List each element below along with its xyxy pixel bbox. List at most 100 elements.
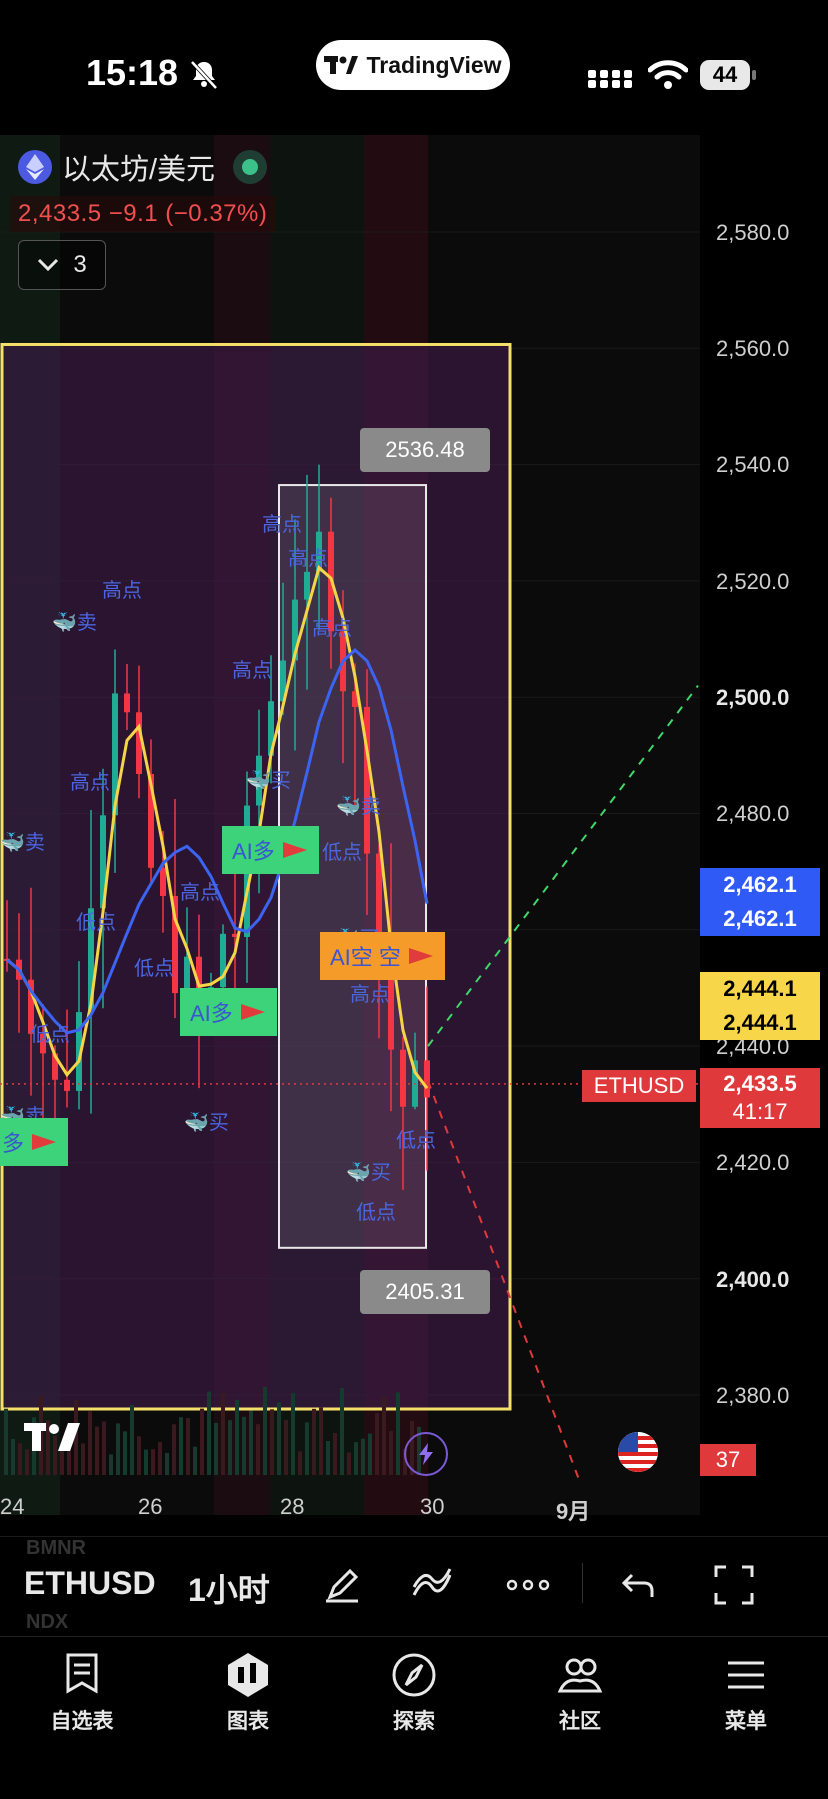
community-icon [557, 1658, 603, 1693]
volume-bar [396, 1392, 400, 1475]
menu-icon [728, 1661, 764, 1689]
volume-bar [151, 1449, 155, 1475]
high-label: 高点 [350, 984, 390, 1006]
x-axis-label: 26 [138, 1494, 163, 1519]
volume-bar [221, 1392, 225, 1475]
nav-menu[interactable]: 菜单 [686, 1651, 806, 1735]
volume-bar [375, 1413, 379, 1475]
high-label: 高点 [232, 660, 272, 682]
low-label: 低点 [30, 1024, 70, 1046]
yellow-ma-tag: 2,444.1 [700, 972, 820, 1006]
whale-buy-label: 🐳买 [184, 1112, 229, 1134]
y-axis-label: 2,500.0 [716, 685, 790, 710]
fullscreen-icon[interactable] [710, 1561, 758, 1609]
bottom-navigation: 自选表 图表 探索 社区 菜单 [0, 1636, 828, 1799]
ai-long-signal[interactable]: AI多 [222, 826, 319, 874]
chart-icon [228, 1653, 268, 1697]
symbol-header[interactable]: 以太坊/美元 [18, 146, 268, 188]
flag-icon [32, 1134, 57, 1150]
nav-label: 自选表 [50, 1710, 114, 1733]
low-label: 低点 [76, 912, 116, 934]
ai-long-text: AI多 [232, 839, 275, 864]
candle-body [424, 1060, 430, 1098]
indicators-icon[interactable] [408, 1561, 456, 1609]
nav-explore[interactable]: 探索 [354, 1651, 474, 1735]
whale-buy-label: 🐳买 [346, 1162, 391, 1184]
low-label: 低点 [134, 958, 174, 980]
y-axis-label: 2,540.0 [716, 452, 790, 477]
volume-bar [228, 1420, 232, 1475]
x-axis-label: 9月 [556, 1499, 591, 1524]
volume-bar [172, 1424, 176, 1475]
volume-bar [123, 1431, 127, 1475]
volume-bar [361, 1438, 365, 1475]
volume-bar [263, 1386, 267, 1475]
volume-bar [88, 1411, 92, 1475]
status-bar: 15:18 TradingView 44 [0, 0, 828, 130]
volume-bar [11, 1438, 15, 1475]
volume-bar [270, 1409, 274, 1475]
volume-bar [368, 1433, 372, 1475]
volume-bar [389, 1430, 393, 1475]
volume-bar [137, 1436, 141, 1475]
status-time: 15:18 [86, 52, 179, 93]
more-options-icon[interactable] [504, 1561, 552, 1609]
candle-body [400, 1049, 406, 1107]
volume-bar [158, 1441, 162, 1475]
volume-bar [214, 1422, 218, 1475]
interval-selector[interactable]: 1小时 [188, 1565, 270, 1611]
nav-label: 探索 [393, 1710, 435, 1733]
ghost-symbol-above: BMNR [26, 1537, 86, 1559]
ai-short-signal[interactable]: AI空 空 [320, 932, 445, 980]
nav-watchlist[interactable]: 自选表 [22, 1651, 142, 1735]
ai-long-signal[interactable]: 多 [0, 1118, 69, 1166]
nav-community[interactable]: 社区 [520, 1651, 640, 1735]
volume-bar [4, 1408, 8, 1475]
blue-ma-tag: 2,462.1 [700, 868, 820, 902]
nav-label: 图表 [227, 1710, 269, 1733]
bolt-icon[interactable] [404, 1432, 448, 1476]
undo-icon[interactable] [614, 1561, 662, 1609]
volume-bar [291, 1393, 295, 1475]
x-axis-label: 24 [0, 1494, 25, 1519]
flag-icon [240, 1004, 265, 1020]
battery-indicator: 44 [700, 60, 758, 90]
drawing-pen-icon[interactable] [318, 1561, 366, 1609]
yellow-range-box [0, 342, 512, 1411]
nav-label: 菜单 [725, 1710, 767, 1733]
volume-bar [298, 1451, 302, 1475]
volume-bar [242, 1416, 246, 1475]
ai-short-text: AI空 空 [330, 945, 401, 970]
tradingview-pill[interactable]: TradingView [316, 40, 510, 90]
volume-bar [347, 1452, 351, 1475]
y-axis-label: 2,560.0 [716, 336, 790, 361]
volume-bar [382, 1396, 386, 1475]
volume-bar [277, 1402, 281, 1475]
last-price-value: 2,433.5 [723, 1071, 797, 1096]
volume-bar [130, 1404, 134, 1475]
symbol-selector[interactable]: ETHUSD [24, 1565, 156, 1602]
alert-count-badge: 37 [700, 1444, 756, 1476]
volume-bar [18, 1443, 22, 1475]
chart-toolbar: BMNR NDX ETHUSD 1小时 [0, 1536, 828, 1633]
high-label: 高点 [180, 882, 220, 904]
candle-body [124, 693, 130, 713]
volume-bar [319, 1407, 323, 1475]
ai-long-signal[interactable]: AI多 [180, 988, 277, 1036]
indicators-collapse-button[interactable]: 3 [18, 240, 106, 290]
high-label: 高点 [102, 580, 142, 602]
high-label: 高点 [288, 548, 328, 570]
whale-buy-label: 🐳买 [246, 770, 291, 792]
tradingview-pill-label: TradingView [366, 51, 502, 78]
nav-chart[interactable]: 图表 [188, 1651, 308, 1735]
us-flag-icon[interactable] [618, 1432, 658, 1472]
volume-bar [333, 1432, 337, 1475]
y-axis-label: 2,400.0 [716, 1267, 790, 1292]
x-axis-label: 28 [280, 1494, 305, 1519]
wifi-icon [648, 60, 688, 89]
whale-sell-label: 🐳卖 [52, 612, 97, 634]
volume-bar [179, 1417, 183, 1475]
volume-bar [305, 1422, 309, 1475]
volume-bar [95, 1426, 99, 1475]
volume-bar [207, 1391, 211, 1475]
